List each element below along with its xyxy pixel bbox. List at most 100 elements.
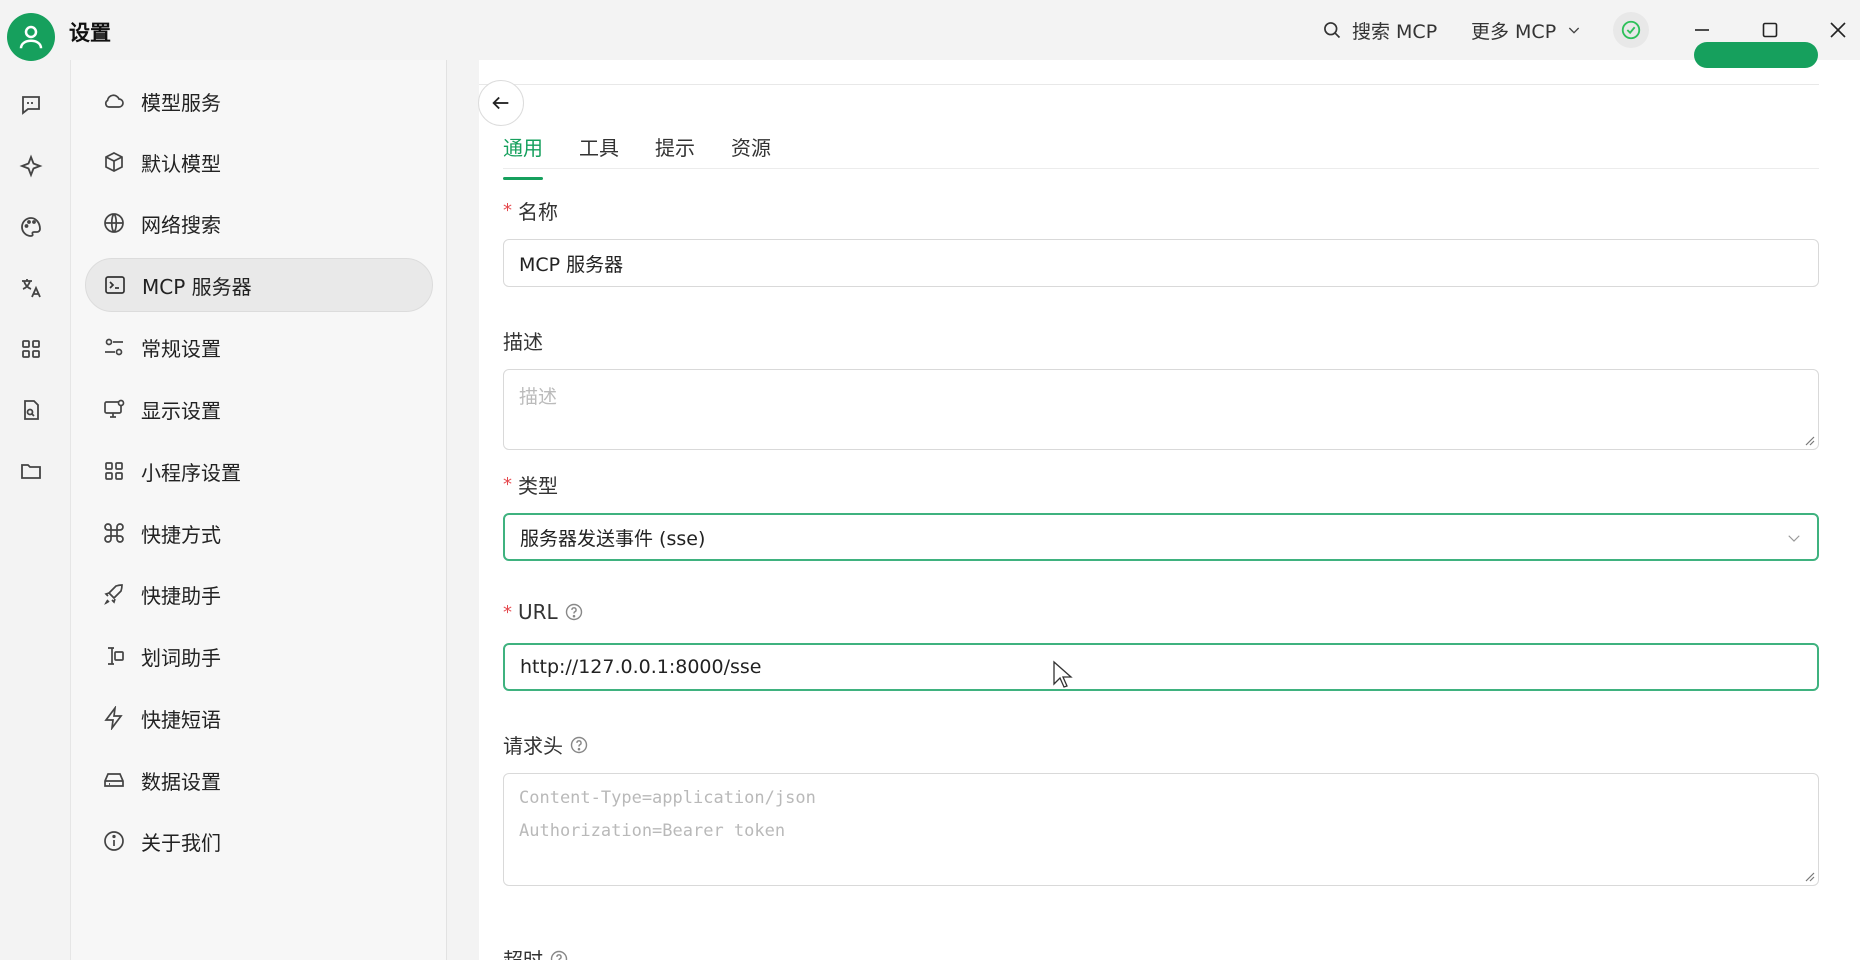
headers-placeholder-line: Authorization=Bearer token — [519, 821, 786, 841]
search-mcp-button[interactable]: 搜索 MCP — [1322, 0, 1437, 60]
required-mark: * — [503, 200, 512, 221]
nav-item-quick-assistant[interactable]: 快捷助手 — [85, 567, 433, 621]
nav-item-label: MCP 服务器 — [142, 274, 252, 299]
nav-item-label: 模型服务 — [141, 90, 221, 115]
chevron-down-icon — [1569, 27, 1580, 34]
nav-item-about-us[interactable]: 关于我们 — [85, 814, 433, 868]
nav-item-web-search[interactable]: 网络搜索 — [85, 196, 433, 250]
nav-item-default-model[interactable]: 默认模型 — [85, 135, 433, 189]
nav-item-label: 快捷助手 — [141, 583, 221, 608]
rail-files[interactable] — [17, 457, 45, 485]
search-mcp-label: 搜索 MCP — [1352, 20, 1438, 43]
rail-translate[interactable] — [17, 274, 45, 302]
nav-item-quick-phrases[interactable]: 快捷短语 — [85, 691, 433, 745]
tab-tools[interactable]: 工具 — [579, 132, 619, 180]
timeout-label-text: 超时 — [503, 948, 543, 960]
url-label-text: URL — [518, 600, 558, 624]
rail-knowledge[interactable] — [17, 396, 45, 424]
mouse-cursor-icon — [1053, 660, 1073, 688]
nav-item-model-service[interactable]: 模型服务 — [85, 74, 433, 128]
headers-label-text: 请求头 — [503, 734, 563, 758]
server-status-toggle[interactable] — [1613, 12, 1649, 48]
nav-item-label: 默认模型 — [141, 151, 221, 176]
file-search-icon — [24, 400, 39, 420]
description-textarea[interactable]: 描述 — [503, 369, 1819, 450]
headers-placeholder-line: Content-Type=application/json — [519, 788, 816, 808]
palette-icon — [21, 217, 41, 237]
nav-item-label: 网络搜索 — [141, 212, 221, 237]
chevron-down-icon — [1788, 535, 1800, 542]
required-mark: * — [503, 601, 512, 623]
avatar[interactable] — [7, 13, 55, 61]
resize-handle-icon[interactable] — [1803, 434, 1815, 446]
name-input-value: MCP 服务器 — [519, 253, 624, 276]
command-icon — [101, 520, 127, 546]
tab-general[interactable]: 通用 — [503, 132, 543, 180]
nav-item-label: 显示设置 — [141, 398, 221, 423]
tab-prompts[interactable]: 提示 — [655, 132, 695, 180]
grid-icon — [101, 458, 127, 484]
maximize-icon — [1762, 22, 1778, 38]
search-icon — [1324, 22, 1341, 39]
nav-item-label: 常规设置 — [141, 336, 221, 361]
user-icon — [19, 25, 43, 49]
check-circle-icon — [1621, 20, 1641, 40]
rail-chat[interactable] — [17, 91, 45, 119]
nav-item-data-settings[interactable]: 数据设置 — [85, 753, 433, 807]
settings-nav: 模型服务 默认模型 网络搜索 MCP 服务器 常规设置 显示设置 小程序设置 快… — [70, 60, 447, 960]
url-label: * URL — [503, 600, 584, 624]
cube-icon — [101, 149, 127, 175]
minimize-icon — [1695, 29, 1709, 31]
nav-item-miniapp-settings[interactable]: 小程序设置 — [85, 444, 433, 498]
nav-item-shortcuts[interactable]: 快捷方式 — [85, 506, 433, 560]
type-label: * 类型 — [503, 470, 558, 499]
rocket-icon — [101, 581, 127, 607]
app-title: 设置 — [69, 21, 111, 45]
grid-icon — [22, 340, 40, 358]
save-button[interactable] — [1694, 42, 1818, 68]
nav-item-display-settings[interactable]: 显示设置 — [85, 382, 433, 436]
icon-rail — [0, 60, 70, 960]
nav-item-selection-assistant[interactable]: 划词助手 — [85, 629, 433, 683]
nav-item-mcp-servers[interactable]: MCP 服务器 — [85, 258, 433, 312]
nav-item-general-settings[interactable]: 常规设置 — [85, 320, 433, 374]
tab-resources[interactable]: 资源 — [731, 132, 771, 180]
rail-apps[interactable] — [17, 335, 45, 363]
help-circle-icon[interactable] — [549, 949, 569, 960]
bolt-icon — [101, 705, 127, 731]
nav-item-label: 关于我们 — [141, 830, 221, 855]
chat-icon — [22, 96, 40, 115]
rail-theme[interactable] — [17, 213, 45, 241]
nav-item-label: 快捷方式 — [141, 522, 221, 547]
more-mcp-label: 更多 MCP — [1471, 20, 1557, 43]
url-input[interactable]: http://127.0.0.1:8000/sse — [503, 643, 1819, 691]
hard-drive-icon — [101, 767, 127, 793]
info-icon — [101, 828, 127, 854]
name-label-text: 名称 — [518, 200, 558, 224]
nav-item-label: 划词助手 — [141, 645, 221, 670]
editor-tabs: 通用 工具 提示 资源 — [503, 120, 1819, 180]
rail-assistant[interactable] — [17, 152, 45, 180]
resize-handle-icon[interactable] — [1803, 870, 1815, 882]
translate-icon — [22, 279, 41, 298]
description-label-text: 描述 — [503, 330, 543, 354]
cloud-icon — [101, 88, 127, 114]
folder-icon — [21, 464, 41, 479]
type-select[interactable]: 服务器发送事件 (sse) — [503, 513, 1819, 561]
nav-item-label: 小程序设置 — [141, 460, 241, 485]
help-circle-icon[interactable] — [569, 735, 589, 755]
text-cursor-icon — [101, 643, 127, 669]
headers-textarea[interactable]: Content-Type=application/json Authorizat… — [503, 773, 1819, 886]
title-bar: 设置 搜索 MCP 更多 MCP — [0, 0, 1860, 61]
url-input-value: http://127.0.0.1:8000/sse — [520, 656, 762, 678]
description-placeholder: 描述 — [519, 386, 558, 408]
arrow-left-icon — [492, 96, 509, 110]
close-icon — [1830, 22, 1846, 38]
more-mcp-dropdown[interactable]: 更多 MCP — [1471, 0, 1582, 60]
help-circle-icon[interactable] — [564, 602, 584, 622]
type-label-text: 类型 — [518, 474, 558, 498]
headers-label: 请求头 — [503, 730, 589, 759]
mcp-server-editor: 通用 工具 提示 资源 * 名称 MCP 服务器 描述 描述 * 类型 服务器发… — [478, 42, 1860, 960]
description-label: 描述 — [503, 326, 543, 355]
name-input[interactable]: MCP 服务器 — [503, 239, 1819, 287]
